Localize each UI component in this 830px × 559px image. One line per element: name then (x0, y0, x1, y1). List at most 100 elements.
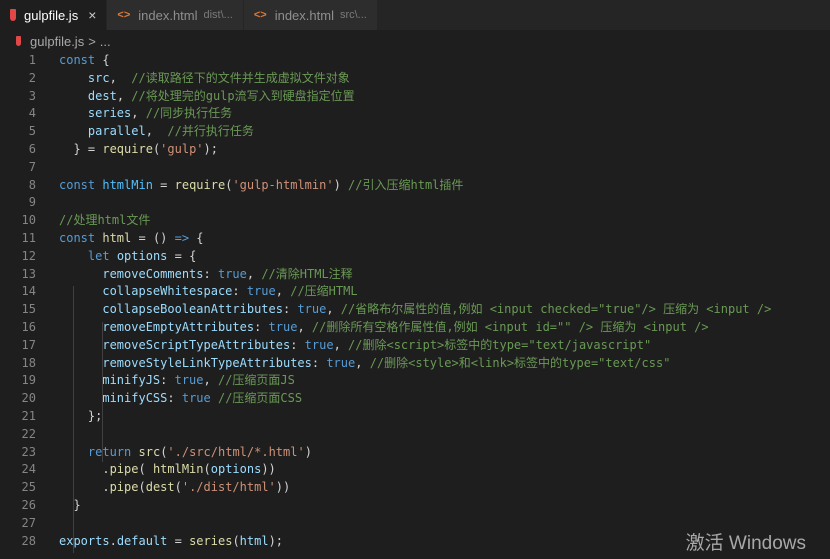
code-line[interactable]: 22 (0, 426, 830, 444)
code-line[interactable]: 1 const { (0, 52, 830, 70)
line-number: 15 (21, 302, 36, 317)
code-token: = (167, 533, 190, 548)
code-line[interactable]: 3 dest, //将处理完的gulp流写入到硬盘指定位置 (0, 88, 830, 106)
breadcrumb-symbol[interactable]: ... (100, 34, 111, 49)
code-token: pipe (109, 462, 139, 477)
code-token: ( (138, 480, 146, 495)
tab-label: gulpfile.js (24, 7, 79, 23)
code-token: dest (87, 88, 117, 103)
code-line[interactable]: 14 collapseWhitespace: true, //压缩HTML (0, 283, 830, 301)
code-token: , (116, 88, 132, 103)
code-editor[interactable]: 1 const {2 src, //读取路径下的文件并生成虚拟文件对象 3 dest… (0, 52, 830, 553)
code-token: true (326, 355, 356, 370)
code-token: htmlMin (102, 177, 153, 192)
code-text: const { (59, 52, 110, 70)
line-number: 12 (21, 248, 36, 263)
code-token: //删除<script>标签中的type="text/javascript" (348, 337, 652, 352)
code-line[interactable]: 10 //处理html文件 (0, 212, 830, 230)
close-icon[interactable]: × (88, 7, 96, 23)
code-token: src (138, 444, 161, 459)
code-token: //读取路径下的文件并生成虚拟文件对象 (131, 70, 350, 85)
code-line[interactable]: 15 collapseBooleanAttributes: true, //省略… (0, 301, 830, 319)
code-text: .pipe(dest('./dist/html')) (59, 479, 290, 497)
tab-gulpfile[interactable]: gulpfile.js × (0, 0, 108, 30)
code-token: , (326, 302, 341, 317)
code-line[interactable]: 25 .pipe(dest('./dist/html')) (0, 479, 830, 497)
code-token: = () (131, 230, 175, 245)
code-line[interactable]: 18 removeStyleLinkTypeAttributes: true, … (0, 355, 830, 373)
code-line[interactable]: 26 } (0, 497, 830, 515)
line-number: 4 (28, 106, 36, 121)
code-token: , (297, 319, 312, 334)
code-line[interactable]: 5 parallel, //并行执行任务 (0, 123, 830, 141)
code-line[interactable]: 12 let options = { (0, 248, 830, 266)
code-line[interactable]: 17 removeScriptTypeAttributes: true, //删… (0, 337, 830, 355)
tab-description: dist\... (203, 9, 233, 21)
code-text: parallel, //并行执行任务 (59, 123, 254, 141)
code-token: true (181, 391, 211, 406)
code-text: //处理html文件 (59, 212, 150, 230)
code-token: minifyCSS (102, 391, 168, 406)
code-token: { (95, 53, 110, 67)
code-token: const (59, 230, 96, 245)
code-token: , (203, 373, 218, 388)
code-token: . (109, 533, 117, 548)
code-line[interactable]: 11 const html = () => { (0, 230, 830, 248)
code-line[interactable]: 21 }; (0, 408, 830, 426)
code-token: minifyJS (102, 373, 161, 388)
line-number: 17 (21, 337, 36, 352)
code-token: //删除<style>和<link>标签中的type="text/css" (369, 355, 671, 370)
code-token: ( (232, 533, 240, 548)
tab-index-src[interactable]: <> index.html src\... (243, 0, 378, 30)
line-number: 21 (21, 408, 36, 423)
code-token: 'gulp' (160, 141, 204, 156)
breadcrumb-file[interactable]: gulpfile.js (30, 34, 84, 49)
code-line[interactable]: 4 series, //同步执行任务 (0, 105, 830, 123)
code-token: exports (59, 533, 110, 548)
code-line[interactable]: 24 .pipe( htmlMin(options)) (0, 461, 830, 479)
code-token: series (189, 533, 233, 548)
tab-index-dist[interactable]: <> index.html dist\... (107, 0, 244, 30)
line-number: 27 (21, 515, 36, 530)
code-token: series (87, 106, 132, 121)
code-token: } = (59, 141, 103, 156)
code-line[interactable]: 20 minifyCSS: true //压缩页面CSS (0, 390, 830, 408)
code-line[interactable]: 16 removeEmptyAttributes: true, //删除所有空格… (0, 319, 830, 337)
code-token: ) (304, 444, 312, 459)
code-token: htmlMin (152, 462, 204, 477)
code-line[interactable]: 19 minifyJS: true, //压缩页面JS (0, 372, 830, 390)
code-token: require (174, 177, 226, 192)
code-line[interactable]: 9 (0, 194, 830, 212)
code-line[interactable]: 7 (0, 159, 830, 177)
code-line[interactable]: 8 const htmlMin = require('gulp-htmlmin')… (0, 177, 830, 195)
code-token: './dist/html' (181, 480, 276, 495)
code-token: : (167, 391, 182, 406)
code-token: //省略布尔属性的值,例如 <input checked="true"/> 压缩… (340, 302, 772, 317)
line-number: 3 (28, 88, 36, 103)
code-token: : (160, 373, 175, 388)
line-number: 23 (21, 444, 36, 459)
code-text: } (59, 497, 80, 515)
code-line[interactable]: 6 } = require('gulp'); (0, 141, 830, 159)
code-text: dest, //将处理完的gulp流写入到硬盘指定位置 (59, 88, 355, 106)
code-token: collapseWhitespace (102, 284, 233, 299)
line-number: 5 (28, 124, 36, 139)
code-token: //将处理完的gulp流写入到硬盘指定位置 (131, 88, 355, 103)
code-token: => (174, 230, 190, 245)
code-token: options (116, 248, 168, 263)
code-line[interactable]: 2 src, //读取路径下的文件并生成虚拟文件对象 (0, 70, 830, 88)
line-number: 10 (21, 213, 36, 228)
code-token: : (203, 266, 218, 281)
code-line[interactable]: 23 return src('./src/html/*.html') (0, 444, 830, 462)
code-token: removeScriptTypeAttributes (102, 337, 291, 352)
tab-label: index.html (274, 7, 334, 23)
code-token: html (239, 533, 269, 548)
code-text: minifyJS: true, //压缩页面JS (59, 372, 295, 390)
code-line[interactable]: 13 removeComments: true, //清除HTML注释 (0, 266, 830, 284)
